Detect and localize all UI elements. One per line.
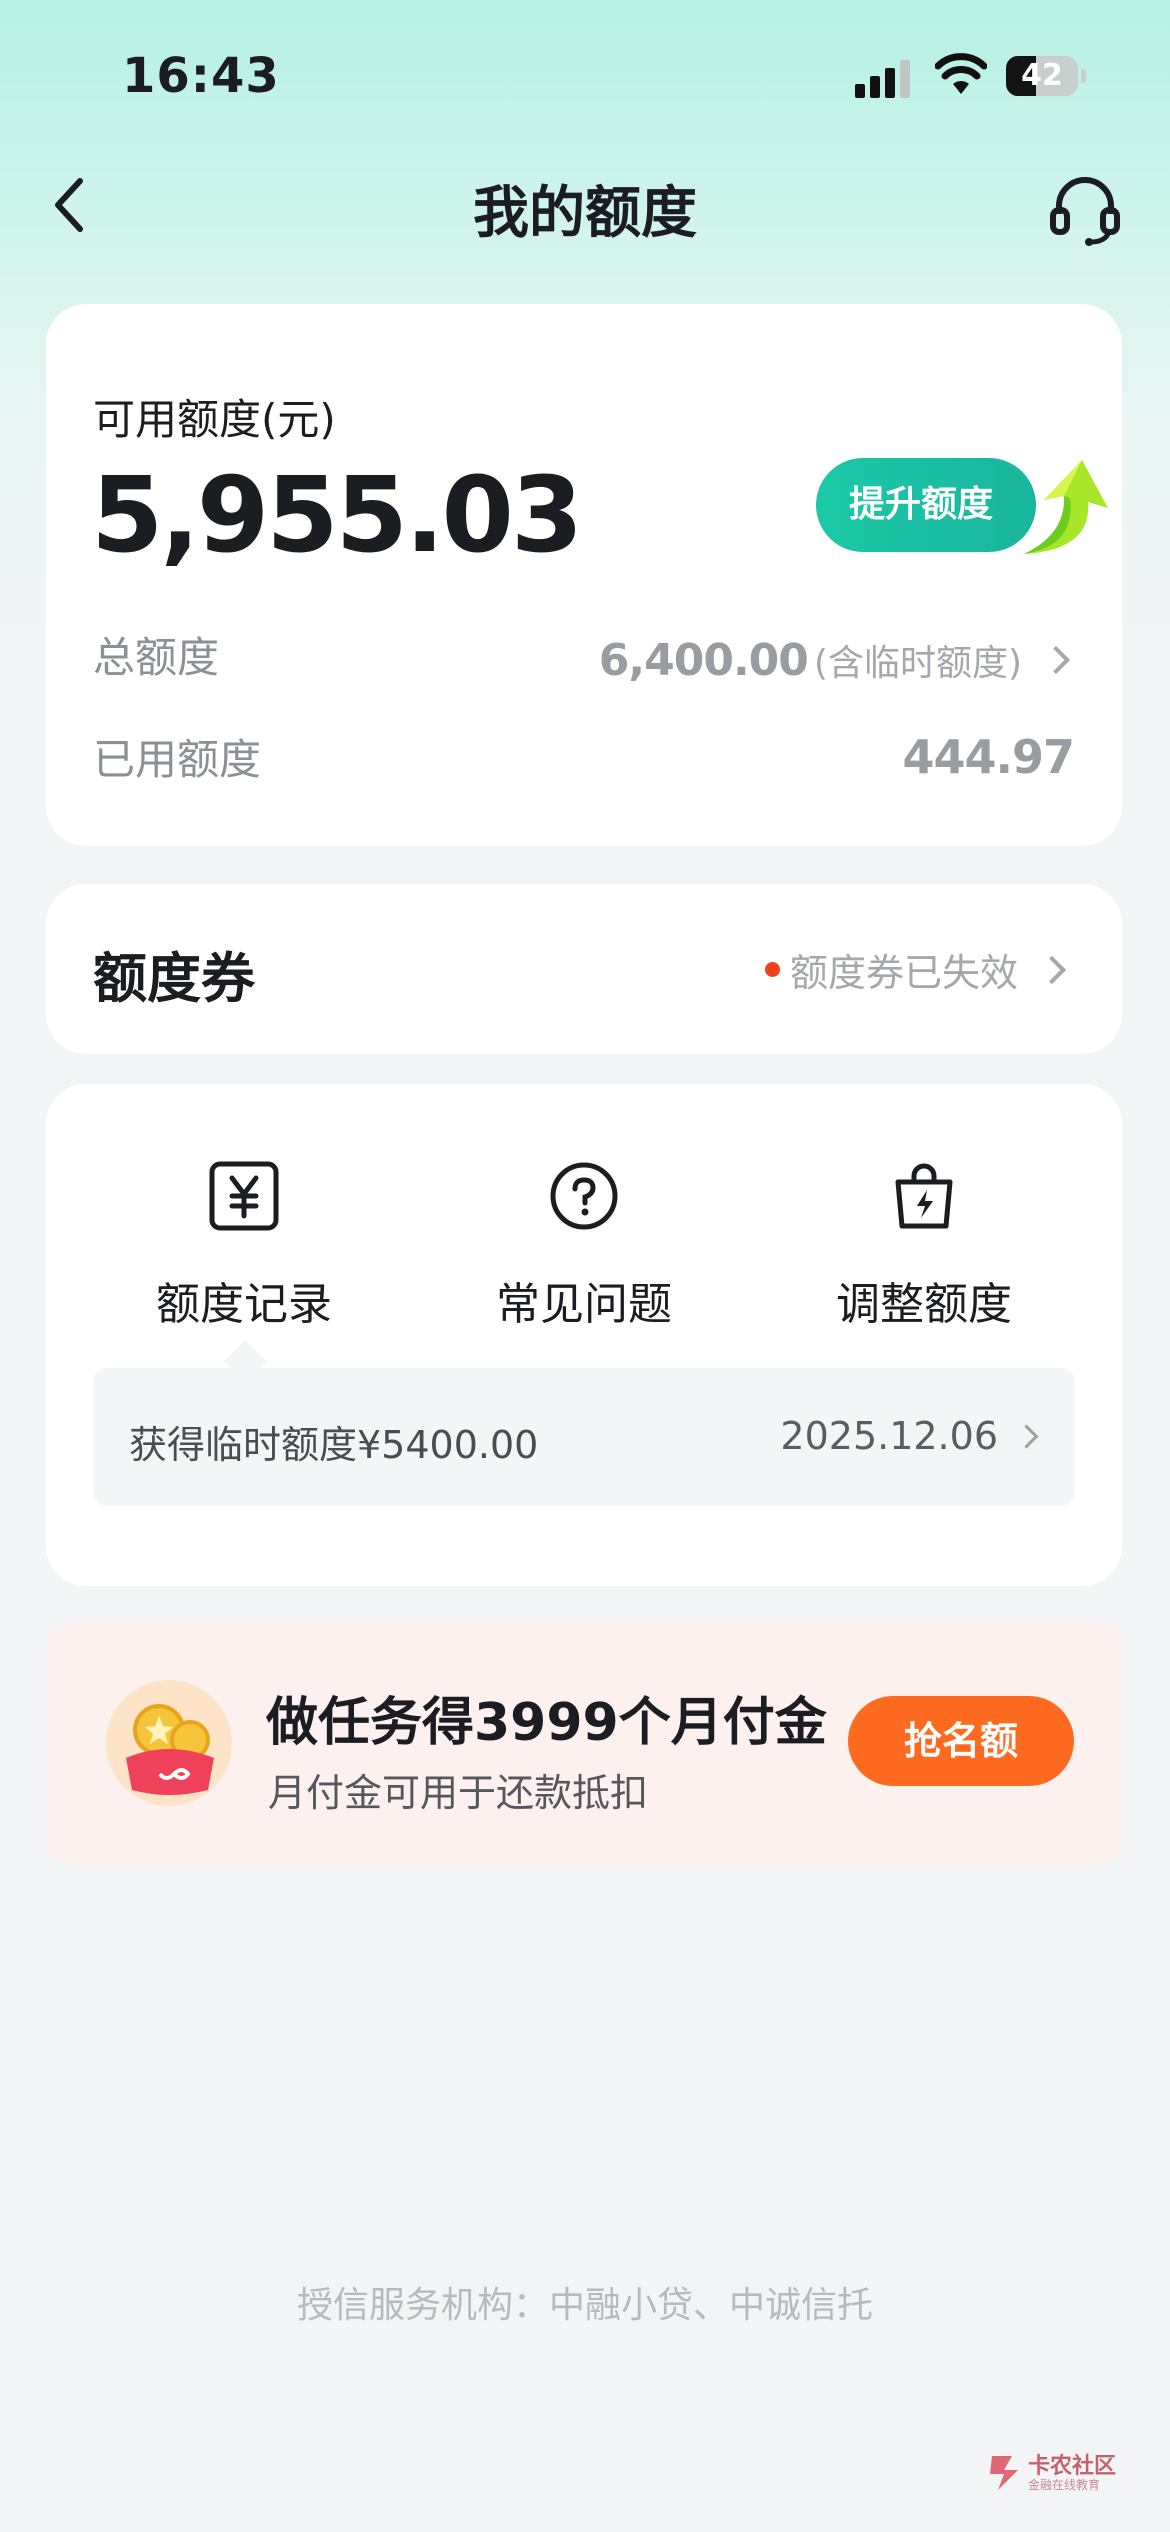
- coupon-status: 额度券已失效: [764, 942, 1067, 997]
- coupon-title: 额度券: [93, 947, 255, 1010]
- raise-credit-button[interactable]: 提升额度: [816, 458, 1036, 552]
- chevron-right-icon: [1014, 1423, 1039, 1449]
- shortcut-label: 额度记录: [156, 1279, 332, 1330]
- watermark-logo: 卡农社区 金融在线教育: [988, 2448, 1128, 2498]
- yuan-icon: [209, 1161, 279, 1231]
- coupon-status-text: 额度券已失效: [789, 951, 1018, 995]
- shortcut-label: 常见问题: [496, 1279, 672, 1330]
- used-credit-value: 444.97: [902, 730, 1075, 784]
- headset-icon: [1050, 177, 1120, 246]
- credit-coupon-card[interactable]: 额度券 额度券已失效: [46, 884, 1122, 1054]
- shortcut-label: 调整额度: [836, 1279, 1012, 1330]
- watermark-icon: [990, 2456, 1018, 2490]
- watermark-tagline: 金融在线教育: [1028, 2478, 1101, 2492]
- shortcut-credit-records[interactable]: 额度记录: [74, 1160, 414, 1330]
- lightning-bag-icon: [895, 1163, 953, 1229]
- credit-institution-text: 授信服务机构：中融小贷、中诚信托: [296, 2285, 873, 2326]
- record-text: 获得临时额度¥5400.00: [129, 1423, 539, 1467]
- latest-credit-record[interactable]: 获得临时额度¥5400.00 2025.12.06: [93, 1368, 1075, 1506]
- promo-subtitle: 月付金可用于还款抵扣: [268, 1771, 649, 1815]
- question-icon: [550, 1162, 618, 1230]
- used-credit-label: 已用额度: [93, 735, 262, 784]
- total-credit-row[interactable]: 6,400.00 (含临时额度): [598, 634, 1071, 686]
- shortcut-faq[interactable]: 常见问题: [414, 1160, 754, 1330]
- record-date: 2025.12.06: [780, 1414, 998, 1458]
- total-credit-value: 6,400.00: [598, 634, 809, 686]
- grab-quota-button[interactable]: 抢名额: [848, 1696, 1074, 1786]
- available-credit-label: 可用额度(元): [93, 395, 336, 444]
- task-promo-banner[interactable]: 做任务得3999个月付金 月付金可用于还款抵扣 抢名额: [46, 1622, 1122, 1864]
- arrow-up-icon: [1024, 460, 1108, 554]
- wifi-icon: [934, 52, 988, 98]
- chevron-right-icon: [1041, 645, 1071, 675]
- raise-credit-label: 提升额度: [848, 484, 993, 525]
- page-title: 我的额度: [473, 181, 697, 246]
- battery-icon: 42: [1006, 56, 1086, 96]
- available-credit-value: 5,955.03: [91, 454, 583, 576]
- record-date-group: 2025.12.06: [780, 1414, 1039, 1458]
- chevron-right-icon: [1037, 955, 1067, 984]
- credit-summary-card: 可用额度(元) 5,955.03 提升额度 总额度 6,400.00 (含临时额…: [46, 304, 1122, 846]
- coin-wallet-icon: [106, 1680, 232, 1806]
- customer-service-button[interactable]: [1045, 174, 1125, 246]
- alert-dot-icon: [764, 962, 780, 977]
- cellular-signal-icon: [855, 58, 915, 98]
- total-credit-label: 总额度: [93, 633, 220, 682]
- battery-level-text: 42: [1021, 58, 1063, 93]
- shortcut-adjust-credit[interactable]: 调整额度: [754, 1160, 1094, 1330]
- promo-title: 做任务得3999个月付金: [266, 1693, 827, 1753]
- shortcuts-card: 额度记录 常见问题 调整额度 获得临时额度¥5400.00 2025.12.06: [46, 1084, 1122, 1586]
- status-time: 16:43: [122, 48, 280, 104]
- temporary-credit-note: (含临时额度): [813, 643, 1022, 684]
